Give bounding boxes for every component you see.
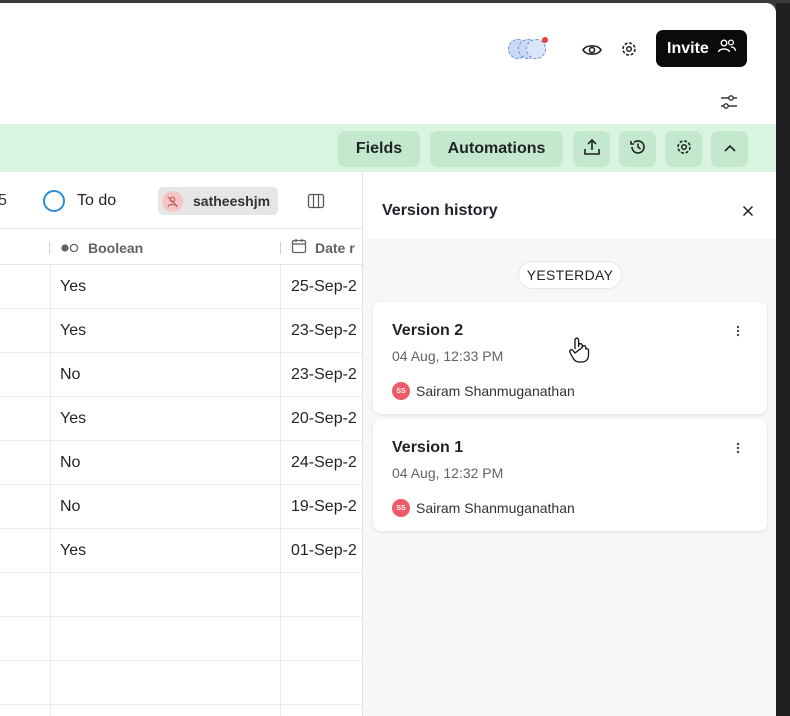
columns-icon[interactable]	[304, 190, 328, 212]
boolean-cell[interactable]: No	[60, 353, 270, 396]
day-group-badge: YESTERDAY	[518, 261, 622, 289]
people-icon	[717, 38, 737, 59]
table-header: Boolean Date r	[0, 230, 362, 265]
window-edge	[776, 3, 790, 716]
panel-header: Version history	[363, 173, 776, 239]
table-row[interactable]: Yes 25-Sep-2	[0, 265, 362, 309]
records-table: Boolean Date r Yes 25-Sep-2 Yes 23-Sep-2…	[0, 230, 362, 716]
version-history-button[interactable]	[619, 131, 656, 167]
table-row[interactable]: Yes 01-Sep-2	[0, 529, 362, 573]
status-filter[interactable]: To do	[43, 190, 116, 212]
table-row[interactable]	[0, 661, 362, 705]
collapse-button[interactable]	[711, 131, 748, 167]
date-cell[interactable]	[291, 573, 362, 616]
version-name: Version 1	[392, 439, 464, 456]
author-name: Sairam Shanmuganathan	[416, 383, 575, 399]
close-icon[interactable]	[737, 200, 759, 222]
date-cell[interactable]	[291, 705, 362, 716]
date-cell[interactable]	[291, 661, 362, 704]
date-cell[interactable]: 25-Sep-2	[291, 265, 362, 308]
column-header-boolean[interactable]: Boolean	[60, 230, 280, 265]
version-author: SS Sairam Shanmuganathan	[392, 499, 575, 517]
date-cell[interactable]	[291, 617, 362, 660]
upload-icon	[583, 138, 601, 161]
invite-button[interactable]: Invite	[656, 30, 747, 67]
version-time: 04 Aug, 12:33 PM	[392, 348, 504, 364]
boolean-cell[interactable]: No	[60, 441, 270, 484]
status-circle-icon	[43, 190, 65, 212]
user-chip-label: satheeshjm	[193, 193, 271, 209]
table-row[interactable]: Yes 23-Sep-2	[0, 309, 362, 353]
table-row[interactable]	[0, 617, 362, 661]
chevron-up-icon	[723, 140, 737, 158]
record-count: 5	[0, 192, 7, 209]
date-cell[interactable]: 01-Sep-2	[291, 529, 362, 572]
table-row[interactable]: No 19-Sep-2	[0, 485, 362, 529]
version-author: SS Sairam Shanmuganathan	[392, 382, 575, 400]
version-time: 04 Aug, 12:32 PM	[392, 465, 504, 481]
boolean-toggle-icon	[60, 240, 80, 256]
top-header: Invite	[0, 3, 776, 123]
app-window: Invite Fields Automations 5 To do sathee…	[0, 3, 776, 716]
column-divider	[280, 242, 281, 254]
date-cell[interactable]: 23-Sep-2	[291, 309, 362, 352]
boolean-cell[interactable]	[60, 661, 270, 704]
eye-icon[interactable]	[580, 39, 604, 61]
view-toolbar: Fields Automations	[0, 124, 776, 172]
boolean-cell[interactable]: No	[60, 485, 270, 528]
more-options-icon[interactable]	[729, 320, 747, 342]
upload-button[interactable]	[573, 131, 610, 167]
date-cell[interactable]: 23-Sep-2	[291, 353, 362, 396]
column-header-label: Date r	[315, 239, 355, 256]
status-label: To do	[77, 192, 117, 209]
table-row[interactable]: Yes 20-Sep-2	[0, 397, 362, 441]
boolean-cell[interactable]: Yes	[60, 265, 270, 308]
sliders-icon[interactable]	[718, 91, 740, 113]
author-name: Sairam Shanmuganathan	[416, 500, 575, 516]
view-settings-button[interactable]	[665, 131, 702, 167]
more-options-icon[interactable]	[729, 437, 747, 459]
boolean-cell[interactable]: Yes	[60, 309, 270, 352]
boolean-cell[interactable]	[60, 705, 270, 716]
panel-title: Version history	[382, 202, 498, 219]
invite-label: Invite	[667, 39, 709, 57]
boolean-cell[interactable]	[60, 617, 270, 660]
column-header-date[interactable]: Date r	[291, 230, 362, 265]
boolean-cell[interactable]: Yes	[60, 397, 270, 440]
version-card[interactable]: Version 1 04 Aug, 12:32 PM SS Sairam Sha…	[373, 419, 767, 531]
version-history-panel: Version history YESTERDAY Version 2 04 A…	[362, 173, 776, 716]
history-icon	[629, 138, 647, 161]
gear-icon[interactable]	[618, 38, 640, 60]
table-row[interactable]: No 24-Sep-2	[0, 441, 362, 485]
user-filter-chip[interactable]: satheeshjm	[158, 187, 278, 215]
hand-pointer-icon	[567, 336, 591, 364]
date-cell[interactable]: 20-Sep-2	[291, 397, 362, 440]
calendar-icon	[291, 238, 307, 257]
table-row[interactable]	[0, 705, 362, 716]
date-cell[interactable]: 19-Sep-2	[291, 485, 362, 528]
avatar: SS	[392, 499, 410, 517]
avatar: SS	[392, 382, 410, 400]
filter-bar: 5 To do satheeshjm	[0, 173, 362, 229]
collaborator-avatars[interactable]	[508, 37, 548, 61]
gear-icon	[675, 138, 693, 161]
user-avatar-icon	[162, 190, 183, 212]
version-name: Version 2	[392, 322, 464, 339]
date-cell[interactable]: 24-Sep-2	[291, 441, 362, 484]
column-header-label: Boolean	[88, 239, 144, 256]
table-row[interactable]	[0, 573, 362, 617]
notification-dot	[542, 37, 548, 43]
column-divider	[49, 242, 50, 254]
automations-button[interactable]: Automations	[430, 131, 563, 167]
table-row[interactable]: No 23-Sep-2	[0, 353, 362, 397]
boolean-cell[interactable]	[60, 573, 270, 616]
boolean-cell[interactable]: Yes	[60, 529, 270, 572]
fields-button[interactable]: Fields	[338, 131, 420, 167]
